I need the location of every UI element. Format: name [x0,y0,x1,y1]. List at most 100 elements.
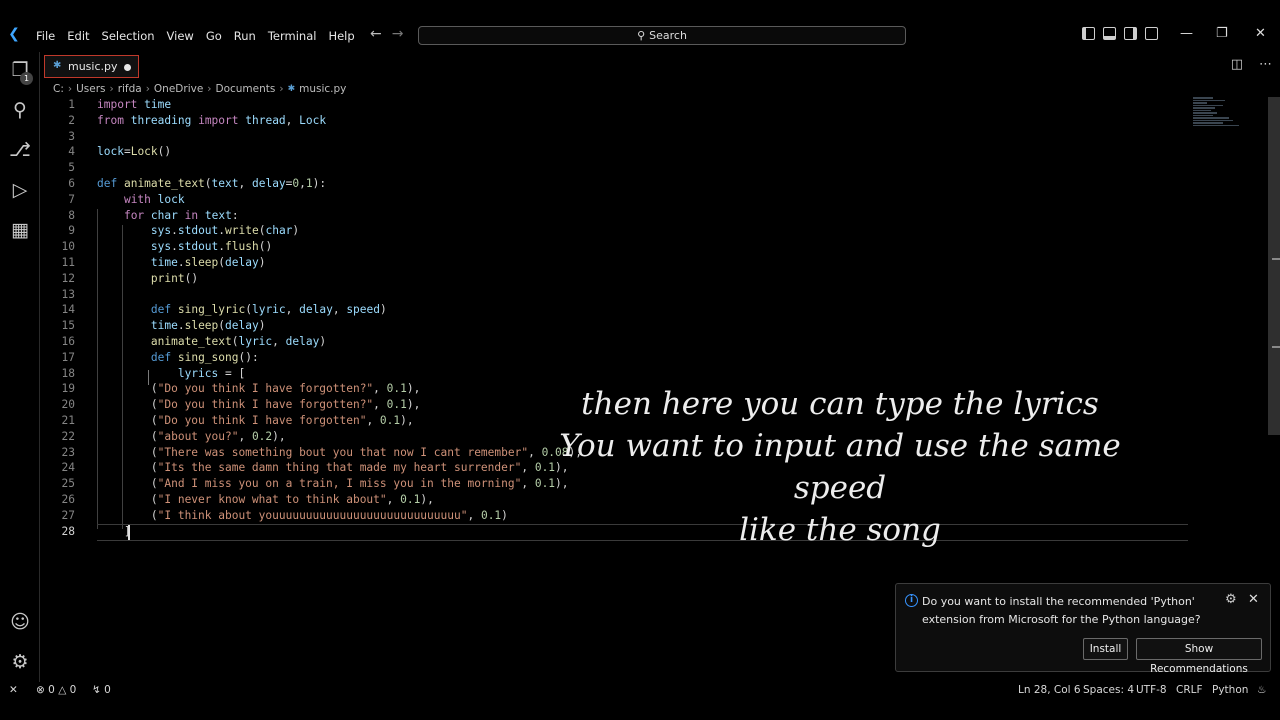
unsaved-dot-icon[interactable] [124,64,131,71]
source-control-icon[interactable]: ⎇ [8,138,32,162]
ports-indicator[interactable]: ↯ 0 [92,684,111,696]
info-icon: i [905,594,918,607]
code-line[interactable]: 3 [40,129,1190,145]
extensions-icon[interactable]: ▦ [8,218,32,242]
menu-go[interactable]: Go [200,27,228,45]
code-line[interactable]: 7 with lock [40,192,1190,208]
code-line[interactable]: 12 print() [40,271,1190,287]
line-number: 27 [61,508,75,522]
minimize-icon[interactable]: — [1180,26,1193,41]
line-number: 8 [68,208,75,222]
status-bar: ✕ ⊗ 0 △ 0 ↯ 0 Ln 28, Col 6 Spaces: 4 UTF… [0,682,1280,700]
ports-icon: ↯ [92,684,101,696]
run-debug-icon[interactable]: ▷ [8,178,32,202]
code-line[interactable]: 16 animate_text(lyric, delay) [40,334,1190,350]
notifications-bell-icon[interactable]: ♨ [1257,684,1266,696]
remote-indicator-icon[interactable]: ✕ [9,684,18,696]
vertical-scrollbar[interactable] [1268,97,1280,435]
restore-icon[interactable]: ❐ [1216,26,1228,41]
notification-message: Do you want to install the recommended '… [922,595,1201,626]
back-arrow-icon[interactable]: ← [370,26,382,42]
split-editor-icon[interactable]: ◫ [1231,57,1243,72]
title-bar: ❮ File Edit Selection View Go Run Termin… [0,0,1280,52]
code-text: ("I never know what to think about", 0.1… [97,493,434,506]
more-actions-icon[interactable]: ⋯ [1259,57,1272,72]
line-number: 16 [61,335,75,348]
code-text: time.sleep(delay) [150,319,266,333]
menu-help[interactable]: Help [322,27,360,45]
menu-selection[interactable]: Selection [96,27,161,45]
code-line[interactable]: 5 [40,160,1190,176]
install-button[interactable]: Install [1083,638,1128,660]
code-text: sys.stdout.flush() [150,240,273,254]
menu-edit[interactable]: Edit [61,27,95,45]
line-number: 21 [61,414,75,427]
code-line[interactable]: 4 lock=Lock() [40,144,1190,160]
breadcrumb-item[interactable]: Users [76,83,105,95]
code-line[interactable]: 1 import time [40,97,1190,113]
code-text: animate_text(lyric, delay) [150,335,327,348]
tab-label: music.py [68,60,118,73]
code-text: import time [97,98,172,111]
line-number: 26 [61,493,75,506]
menu-run[interactable]: Run [228,27,262,45]
language-mode[interactable]: Python [1212,684,1248,696]
line-number: 14 [61,303,75,317]
python-file-icon: ✱ [53,60,62,71]
indentation[interactable]: Spaces: 4 [1083,684,1134,696]
problems-indicator[interactable]: ⊗ 0 △ 0 [36,684,76,696]
code-line[interactable]: 14 def sing_lyric(lyric, delay, speed) [40,302,1190,318]
editor-actions: ◫ ⋯ [1231,57,1272,72]
line-number: 6 [68,177,75,190]
code-line[interactable]: 8 for char in text: [40,208,1190,224]
cursor-position[interactable]: Ln 28, Col 6 [1018,684,1081,696]
code-text: for char in text: [123,208,239,222]
breadcrumb-item[interactable]: C: [53,83,64,95]
code-line[interactable]: 17 def sing_song(): [40,350,1190,366]
breadcrumb-item[interactable]: Documents [216,83,276,95]
encoding[interactable]: UTF-8 [1136,684,1167,696]
code-text: ("And I miss you on a train, I miss you … [97,477,569,491]
code-line[interactable]: 6 def animate_text(text, delay=0,1): [40,176,1190,192]
code-line[interactable]: 13 [40,287,1190,303]
close-window-icon[interactable]: ✕ [1255,26,1266,41]
search-label: Search [649,29,687,42]
code-line[interactable]: 10 sys.stdout.flush() [40,239,1190,255]
tab-music-py[interactable]: ✱ music.py [44,55,139,78]
accounts-icon[interactable]: ☺ [8,610,32,634]
caption-line: You want to input and use the same speed [559,428,1121,506]
menu-terminal[interactable]: Terminal [262,27,323,45]
menu-bar: File Edit Selection View Go Run Terminal… [30,27,361,45]
command-center-search[interactable]: ⚲ Search [418,26,906,45]
code-line[interactable]: 11 time.sleep(delay) [40,255,1190,271]
code-text: ] [97,524,131,538]
breadcrumb-item[interactable]: music.py [299,83,346,95]
code-line[interactable]: 9 sys.stdout.write(char) [40,223,1190,239]
forward-arrow-icon[interactable]: → [392,26,404,42]
code-line[interactable]: 18 lyrics = [ [40,366,1190,382]
line-number: 28 [61,524,75,538]
minimap[interactable] [1193,97,1245,135]
code-text: lock=Lock() [97,145,172,159]
error-icon: ⊗ [36,684,45,696]
breadcrumb-item[interactable]: OneDrive [154,83,203,95]
toggle-panel-icon[interactable] [1103,27,1116,40]
line-number: 23 [61,445,75,459]
toggle-secondary-sidebar-icon[interactable] [1124,27,1137,40]
notification-settings-gear-icon[interactable]: ⚙ [1225,592,1237,607]
code-text: ("Its the same damn thing that made my h… [97,461,569,475]
code-line[interactable]: 2 from threading import thread, Lock [40,113,1190,129]
search-view-icon[interactable]: ⚲ [8,98,32,122]
code-line[interactable]: 15 time.sleep(delay) [40,318,1190,334]
manage-gear-icon[interactable]: ⚙ [8,650,32,674]
show-recommendations-button[interactable]: Show Recommendations [1136,638,1262,675]
breadcrumb-item[interactable]: rifda [118,83,142,95]
end-of-line[interactable]: CRLF [1176,684,1203,696]
menu-view[interactable]: View [161,27,200,45]
code-text: def sing_lyric(lyric, delay, speed) [150,303,387,317]
customize-layout-icon[interactable] [1145,27,1158,40]
toggle-primary-sidebar-icon[interactable] [1082,27,1095,40]
notification-close-icon[interactable]: ✕ [1248,592,1259,607]
menu-file[interactable]: File [30,27,61,45]
line-number: 25 [61,477,75,491]
